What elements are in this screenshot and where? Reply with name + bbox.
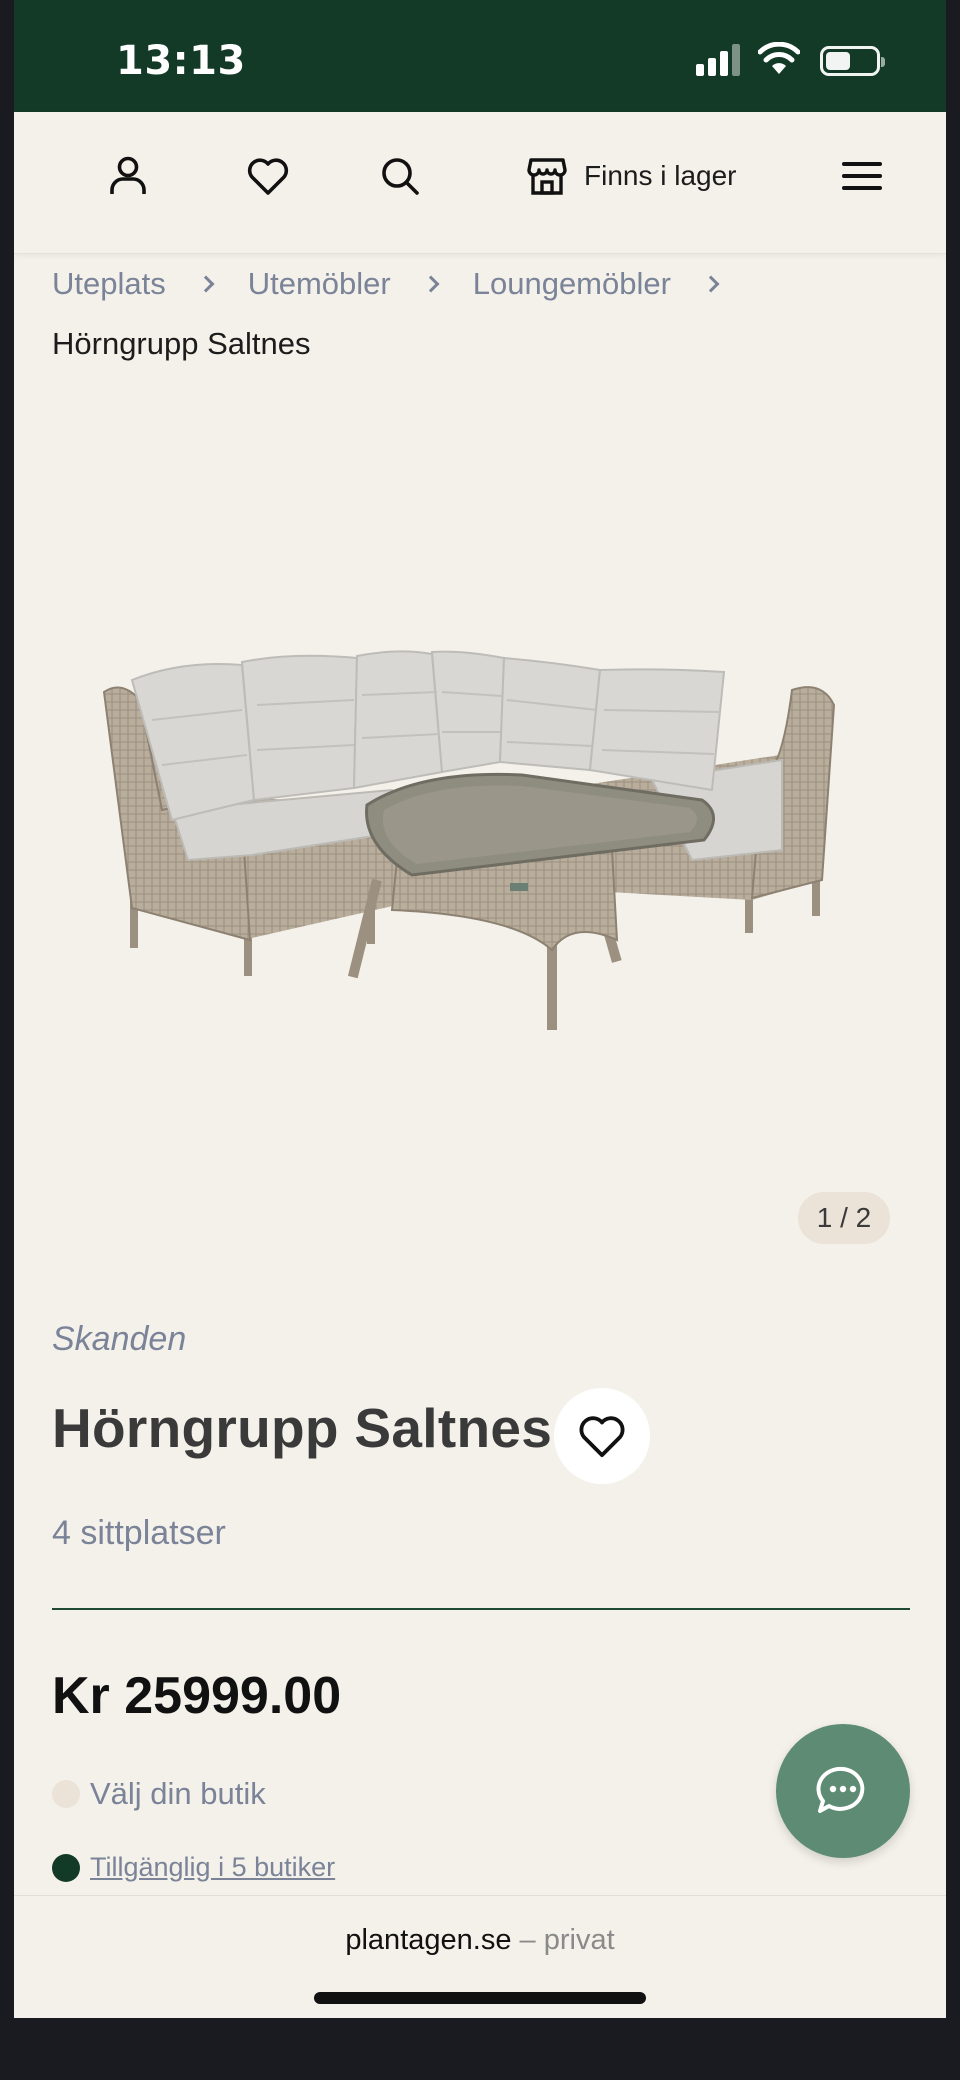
url-text: plantagen.se – privat bbox=[14, 1924, 946, 1957]
product-title: Hörngrupp Saltnes bbox=[52, 1397, 553, 1459]
chat-bubble-icon bbox=[816, 1766, 865, 1813]
in-stock-link[interactable]: Finns i lager bbox=[526, 146, 737, 206]
heart-icon[interactable] bbox=[238, 146, 298, 206]
stock-label: Finns i lager bbox=[584, 160, 737, 191]
heart-icon bbox=[579, 1416, 625, 1458]
site-header: Finns i lager bbox=[14, 112, 946, 254]
chat-button[interactable] bbox=[776, 1724, 910, 1858]
store-icon bbox=[527, 158, 567, 195]
product-image bbox=[102, 650, 836, 1030]
breadcrumb-item-utemobler[interactable]: Utemöbler bbox=[248, 266, 391, 302]
breadcrumb: Uteplats Utemöbler Loungemöbler Hörngrup… bbox=[52, 264, 912, 362]
divider bbox=[52, 1608, 910, 1610]
breadcrumb-current: Hörngrupp Saltnes bbox=[52, 326, 311, 361]
chevron-right-icon bbox=[197, 275, 215, 293]
wifi-icon bbox=[758, 42, 800, 74]
user-icon[interactable] bbox=[98, 146, 158, 206]
in-stock-dot bbox=[52, 1853, 80, 1882]
url-domain: plantagen.se bbox=[345, 1924, 512, 1956]
breadcrumb-item-loungemobler[interactable]: Loungemöbler bbox=[473, 266, 671, 302]
url-separator: – bbox=[519, 1924, 536, 1956]
product-price: Kr 25999.00 bbox=[52, 1667, 342, 1725]
search-icon[interactable] bbox=[370, 146, 430, 206]
image-counter: 1 / 2 bbox=[798, 1192, 890, 1244]
browser-url-bar[interactable]: plantagen.se – privat bbox=[14, 1895, 946, 2018]
browsing-mode: privat bbox=[543, 1924, 615, 1956]
battery-icon bbox=[820, 46, 885, 76]
product-seating: 4 sittplatser bbox=[52, 1514, 226, 1552]
status-bar: 13:13 bbox=[14, 0, 946, 112]
store-status-dot bbox=[52, 1780, 80, 1808]
select-store-label: Välj din butik bbox=[90, 1776, 266, 1811]
availability-row: Tillgänglig i 5 butiker bbox=[52, 1852, 335, 1883]
breadcrumb-item-uteplats[interactable]: Uteplats bbox=[52, 266, 166, 302]
product-brand[interactable]: Skanden bbox=[52, 1320, 186, 1359]
select-store-link[interactable]: Välj din butik bbox=[52, 1776, 266, 1812]
home-indicator[interactable] bbox=[314, 1992, 646, 2004]
chevron-right-icon bbox=[702, 275, 720, 293]
phone-screen: 13:13 Finns i lager Uteplats Utemöbler L… bbox=[14, 0, 946, 2018]
cellular-signal-icon bbox=[696, 44, 742, 76]
chevron-right-icon bbox=[422, 275, 440, 293]
status-time: 13:13 bbox=[116, 38, 246, 84]
hamburger-menu-icon[interactable] bbox=[832, 146, 892, 206]
availability-link[interactable]: Tillgänglig i 5 butiker bbox=[90, 1852, 335, 1883]
product-image-gallery[interactable]: 1 / 2 bbox=[14, 380, 946, 1260]
add-to-wishlist-button[interactable] bbox=[554, 1388, 650, 1484]
